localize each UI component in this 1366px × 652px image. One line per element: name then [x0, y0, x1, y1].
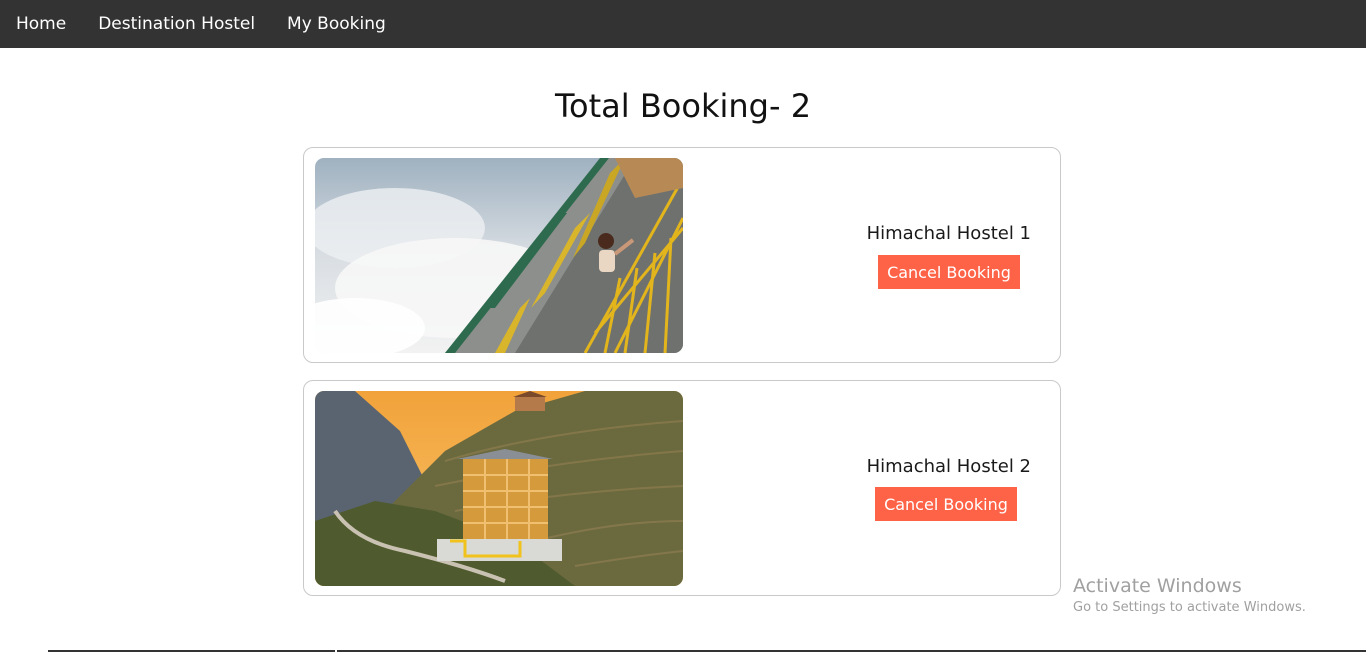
- booking-card: Himachal Hostel 1 Cancel Booking: [303, 147, 1061, 363]
- nav-link-home[interactable]: Home: [0, 0, 82, 48]
- hostel-name: Himachal Hostel 2: [866, 456, 1031, 477]
- nav-link-my-booking[interactable]: My Booking: [271, 0, 402, 48]
- watermark-title: Activate Windows: [1073, 575, 1242, 597]
- cancel-booking-button[interactable]: Cancel Booking: [875, 487, 1017, 521]
- hostel-image: [315, 391, 683, 586]
- nav-link-destination-hostel[interactable]: Destination Hostel: [82, 0, 271, 48]
- windows-activation-watermark: Activate Windows Go to Settings to activ…: [1073, 574, 1306, 618]
- hostel-name: Himachal Hostel 1: [866, 223, 1031, 244]
- booking-info: Himachal Hostel 1: [771, 218, 1031, 250]
- booking-info: Himachal Hostel 2: [771, 451, 1031, 483]
- booking-card: Himachal Hostel 2 Cancel Booking: [303, 380, 1061, 596]
- watermark-subtitle: Go to Settings to activate Windows.: [1073, 600, 1306, 615]
- page-title: Total Booking- 2: [554, 87, 812, 125]
- hostel-image: [315, 158, 683, 353]
- cancel-booking-button[interactable]: Cancel Booking: [878, 255, 1020, 289]
- top-navbar: Home Destination Hostel My Booking: [0, 0, 1366, 48]
